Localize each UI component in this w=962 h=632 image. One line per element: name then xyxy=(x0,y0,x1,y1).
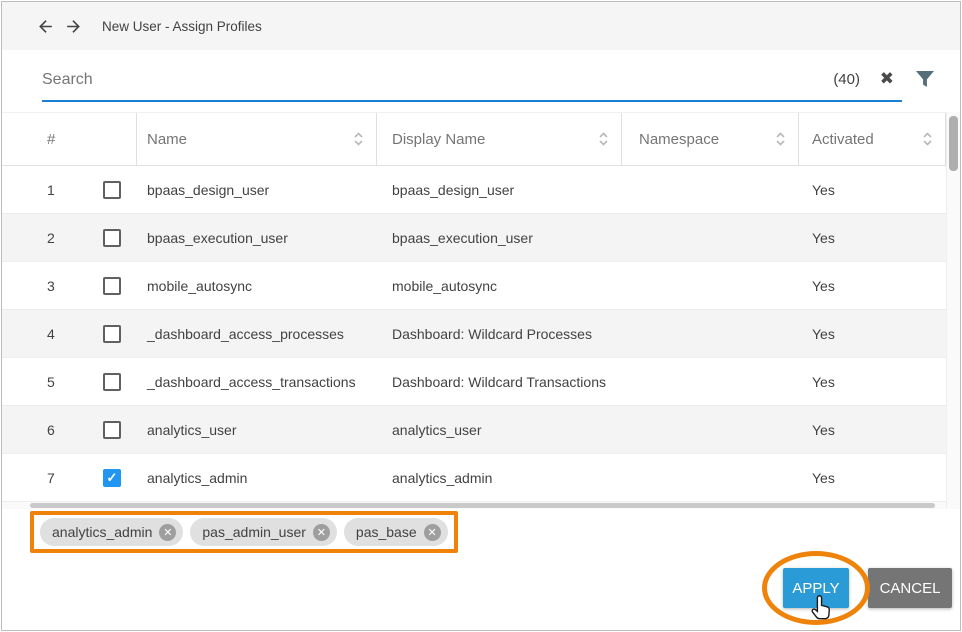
search-input[interactable] xyxy=(42,64,792,96)
cell-name: analytics_admin xyxy=(137,470,377,486)
cell-activated: Yes xyxy=(799,326,946,342)
forward-arrow-icon[interactable] xyxy=(64,17,83,36)
row-number: 5 xyxy=(47,374,61,390)
table-body: 1 bpaas_design_user bpaas_design_user Ye… xyxy=(2,166,946,502)
table-row[interactable]: 3 mobile_autosync mobile_autosync Yes xyxy=(2,262,946,310)
column-header-number: # xyxy=(2,113,137,165)
table-row[interactable]: 4 _dashboard_access_processes Dashboard:… xyxy=(2,310,946,358)
cell-display-name: analytics_user xyxy=(377,422,622,438)
row-checkbox[interactable] xyxy=(103,181,121,199)
cell-number: 3 xyxy=(2,277,137,295)
cell-activated: Yes xyxy=(799,470,946,486)
cell-number: 5 xyxy=(2,373,137,391)
chip-label: pas_base xyxy=(356,524,417,540)
cell-number: 1 xyxy=(2,181,137,199)
cell-display-name: Dashboard: Wildcard Processes xyxy=(377,326,622,342)
cell-name: _dashboard_access_transactions xyxy=(137,374,377,390)
table-row[interactable]: 2 bpaas_execution_user bpaas_execution_u… xyxy=(2,214,946,262)
back-arrow-icon[interactable] xyxy=(36,17,55,36)
table-row[interactable]: 7 analytics_admin analytics_admin Yes xyxy=(2,454,946,502)
cell-display-name: bpaas_design_user xyxy=(377,182,622,198)
row-number: 7 xyxy=(47,470,61,486)
row-number: 1 xyxy=(47,182,61,198)
row-checkbox[interactable] xyxy=(103,325,121,343)
row-number: 2 xyxy=(47,230,61,246)
column-header-activated[interactable]: Activated xyxy=(799,113,946,165)
vertical-scrollbar-thumb[interactable] xyxy=(949,116,958,171)
selected-profile-chip: analytics_admin ✕ xyxy=(40,518,183,546)
table-row[interactable]: 6 analytics_user analytics_user Yes xyxy=(2,406,946,454)
column-header-name[interactable]: Name xyxy=(137,113,377,165)
horizontal-scrollbar[interactable] xyxy=(2,502,946,509)
row-number: 3 xyxy=(47,278,61,294)
cell-display-name: Dashboard: Wildcard Transactions xyxy=(377,374,622,390)
cell-activated: Yes xyxy=(799,230,946,246)
cancel-button[interactable]: CANCEL xyxy=(868,568,952,608)
chip-label: pas_admin_user xyxy=(202,524,306,540)
horizontal-scrollbar-thumb[interactable] xyxy=(30,503,935,508)
sort-icon[interactable] xyxy=(775,131,786,147)
cell-name: mobile_autosync xyxy=(137,278,377,294)
cell-activated: Yes xyxy=(799,278,946,294)
column-header-namespace[interactable]: Namespace xyxy=(622,113,799,165)
filter-icon[interactable] xyxy=(915,70,935,88)
cell-number: 7 xyxy=(2,469,137,487)
sort-icon[interactable] xyxy=(353,131,364,147)
cell-activated: Yes xyxy=(799,422,946,438)
vertical-scrollbar[interactable] xyxy=(946,112,960,509)
chip-label: analytics_admin xyxy=(52,524,152,540)
column-header-display-name[interactable]: Display Name xyxy=(377,113,622,165)
cell-name: bpaas_execution_user xyxy=(137,230,377,246)
chip-remove-icon[interactable]: ✕ xyxy=(159,524,176,541)
row-checkbox[interactable] xyxy=(103,373,121,391)
sort-icon[interactable] xyxy=(598,131,609,147)
row-number: 6 xyxy=(47,422,61,438)
result-count: (40) xyxy=(833,71,860,88)
apply-button[interactable]: APPLY xyxy=(783,568,849,608)
row-checkbox[interactable] xyxy=(103,229,121,247)
row-checkbox[interactable] xyxy=(103,277,121,295)
selected-profile-chip: pas_admin_user ✕ xyxy=(190,518,337,546)
cell-number: 4 xyxy=(2,325,137,343)
search-bar: (40) ✖ xyxy=(2,50,960,112)
row-number: 4 xyxy=(47,326,61,342)
row-checkbox[interactable] xyxy=(103,469,121,487)
sort-icon[interactable] xyxy=(922,131,933,147)
clear-search-icon[interactable]: ✖ xyxy=(880,69,894,89)
selected-profiles-annotation-box: analytics_admin ✕ pas_admin_user ✕ pas_b… xyxy=(30,511,458,553)
cell-activated: Yes xyxy=(799,182,946,198)
cell-display-name: analytics_admin xyxy=(377,470,622,486)
cell-number: 6 xyxy=(2,421,137,439)
page-title: New User - Assign Profiles xyxy=(102,19,262,34)
assign-profiles-dialog: New User - Assign Profiles (40) ✖ # Name… xyxy=(1,1,961,631)
cell-name: bpaas_design_user xyxy=(137,182,377,198)
selected-profile-chip: pas_base ✕ xyxy=(344,518,448,546)
table-row[interactable]: 1 bpaas_design_user bpaas_design_user Ye… xyxy=(2,166,946,214)
search-underline xyxy=(42,100,902,102)
chip-remove-icon[interactable]: ✕ xyxy=(424,524,441,541)
cell-number: 2 xyxy=(2,229,137,247)
topbar: New User - Assign Profiles xyxy=(2,2,960,50)
table-header: # Name Display Name Namespace Activated xyxy=(2,112,946,166)
cell-display-name: mobile_autosync xyxy=(377,278,622,294)
cell-activated: Yes xyxy=(799,374,946,390)
cell-display-name: bpaas_execution_user xyxy=(377,230,622,246)
cell-name: analytics_user xyxy=(137,422,377,438)
chip-remove-icon[interactable]: ✕ xyxy=(313,524,330,541)
row-checkbox[interactable] xyxy=(103,421,121,439)
table-row[interactable]: 5 _dashboard_access_transactions Dashboa… xyxy=(2,358,946,406)
cell-name: _dashboard_access_processes xyxy=(137,326,377,342)
